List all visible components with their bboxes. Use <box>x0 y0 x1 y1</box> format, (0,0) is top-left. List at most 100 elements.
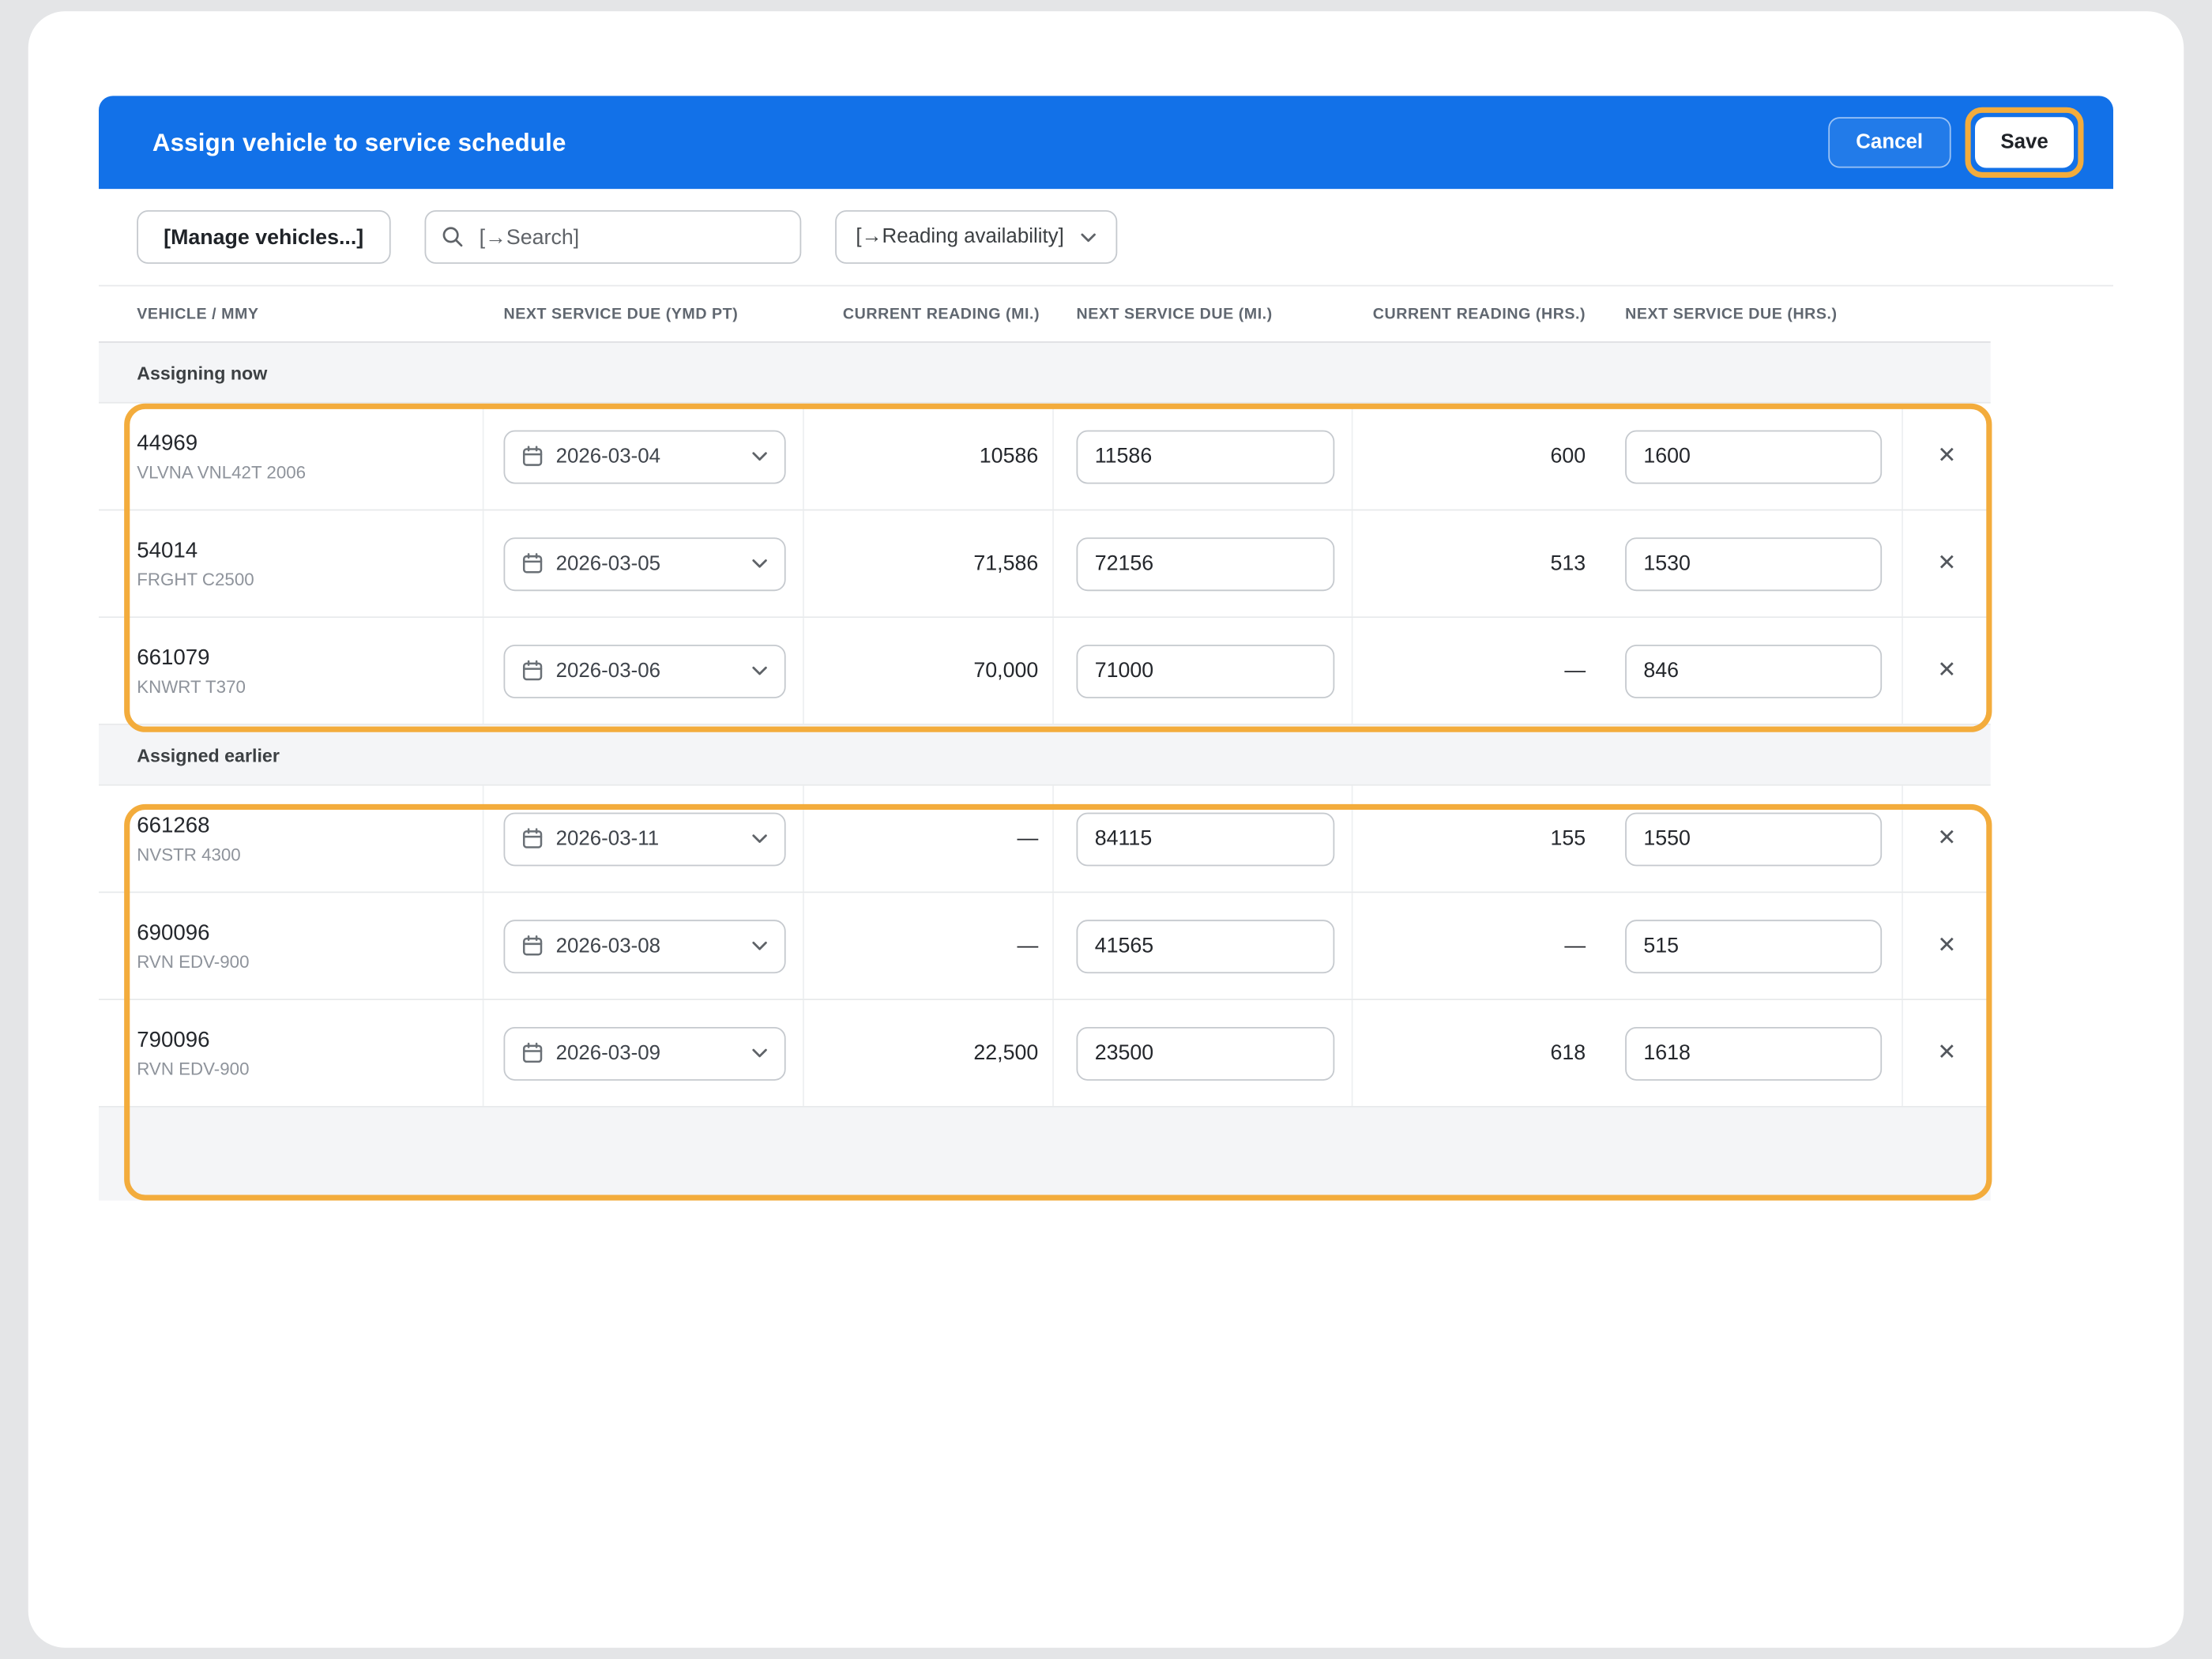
due-hrs-input[interactable] <box>1625 919 1882 972</box>
date-dropdown[interactable]: 2026-03-06 <box>504 644 786 698</box>
due-mi-cell <box>1054 510 1353 616</box>
calendar-icon <box>522 553 544 574</box>
remove-cell: ✕ <box>1903 404 1991 510</box>
search-input[interactable] <box>424 210 801 264</box>
due-hrs-cell <box>1601 893 1903 999</box>
due-mi-cell <box>1054 893 1353 999</box>
vehicle-mmy: KNWRT T370 <box>137 676 246 696</box>
date-value: 2026-03-04 <box>556 445 739 468</box>
remove-row-button[interactable]: ✕ <box>1929 819 1965 859</box>
due-mi-input[interactable] <box>1077 644 1335 698</box>
current-reading-mi: 71,586 <box>804 510 1054 616</box>
remove-row-button[interactable]: ✕ <box>1929 1033 1965 1073</box>
calendar-icon <box>522 1043 544 1064</box>
date-dropdown[interactable]: 2026-03-04 <box>504 430 786 483</box>
chevron-down-icon <box>752 666 768 676</box>
table-row: 661079 KNWRT T370 2026-03-06 70,000 — ✕ <box>99 618 1991 725</box>
due-mi-input[interactable] <box>1077 812 1335 866</box>
col-header-next-service-date: NEXT SERVICE DUE (YMD PT) <box>484 306 804 322</box>
col-header-next-service-hrs: NEXT SERVICE DUE (HRS.) <box>1601 306 1903 322</box>
due-hrs-input[interactable] <box>1625 536 1882 590</box>
vehicle-cell: 790096 RVN EDV-900 <box>99 1000 484 1106</box>
due-mi-input[interactable] <box>1077 430 1335 483</box>
col-header-next-service-mi: NEXT SERVICE DUE (MI.) <box>1054 306 1353 322</box>
date-dropdown[interactable]: 2026-03-08 <box>504 919 786 972</box>
vehicle-mmy: VLVNA VNL42T 2006 <box>137 462 306 482</box>
chevron-down-icon <box>1081 232 1097 243</box>
col-header-vehicle: VEHICLE / MMY <box>99 306 484 322</box>
table-row: 690096 RVN EDV-900 2026-03-08 — — ✕ <box>99 893 1991 1000</box>
section-label: Assigned earlier <box>137 744 280 766</box>
date-value: 2026-03-11 <box>556 827 739 850</box>
due-mi-input[interactable] <box>1077 1026 1335 1080</box>
vehicle-number: 690096 <box>137 920 209 946</box>
remove-cell: ✕ <box>1903 893 1991 999</box>
section-band: Assigned earlier <box>99 725 1991 786</box>
remove-cell: ✕ <box>1903 618 1991 724</box>
vehicle-number: 790096 <box>137 1028 209 1053</box>
current-reading-mi: — <box>804 786 1054 892</box>
calendar-icon <box>522 660 544 682</box>
chevron-down-icon <box>752 1048 768 1059</box>
vehicle-cell: 661268 NVSTR 4300 <box>99 786 484 892</box>
remove-row-button[interactable]: ✕ <box>1929 437 1965 476</box>
remove-cell: ✕ <box>1903 510 1991 616</box>
date-value: 2026-03-05 <box>556 552 739 575</box>
date-dropdown[interactable]: 2026-03-05 <box>504 536 786 590</box>
reading-availability-dropdown[interactable]: [→Reading availability] <box>835 210 1118 264</box>
modal-title: Assign vehicle to service schedule <box>152 128 1828 158</box>
save-button[interactable]: Save <box>1975 117 2074 167</box>
remove-row-button[interactable]: ✕ <box>1929 926 1965 965</box>
date-cell: 2026-03-04 <box>484 404 804 510</box>
due-hrs-input[interactable] <box>1625 644 1882 698</box>
section-band: Assigning now <box>99 343 1991 404</box>
table-row: 44969 VLVNA VNL42T 2006 2026-03-04 10586… <box>99 404 1991 511</box>
due-mi-input[interactable] <box>1077 919 1335 972</box>
manage-vehicles-button[interactable]: [Manage vehicles...] <box>137 210 390 264</box>
vehicle-cell: 44969 VLVNA VNL42T 2006 <box>99 404 484 510</box>
assign-vehicle-modal: Assign vehicle to service schedule Cance… <box>99 96 2113 1560</box>
current-reading-hrs: 600 <box>1353 404 1601 510</box>
date-cell: 2026-03-08 <box>484 893 804 999</box>
remove-cell: ✕ <box>1903 1000 1991 1106</box>
current-reading-hrs: 513 <box>1353 510 1601 616</box>
vehicle-cell: 690096 RVN EDV-900 <box>99 893 484 999</box>
col-header-current-reading-hrs: CURRENT READING (HRS.) <box>1353 306 1601 322</box>
current-reading-hrs: — <box>1353 618 1601 724</box>
search-box <box>424 210 801 264</box>
table-row: 790096 RVN EDV-900 2026-03-09 22,500 618… <box>99 1000 1991 1108</box>
screen: Assign vehicle to service schedule Cance… <box>0 0 2212 1659</box>
section-label: Assigning now <box>137 362 267 383</box>
current-reading-mi: 70,000 <box>804 618 1054 724</box>
vehicle-cell: 54014 FRGHT C2500 <box>99 510 484 616</box>
remove-row-button[interactable]: ✕ <box>1929 544 1965 583</box>
table-footer-filler <box>99 1108 1991 1201</box>
date-dropdown[interactable]: 2026-03-09 <box>504 1026 786 1080</box>
col-header-current-reading-mi: CURRENT READING (MI.) <box>804 306 1054 322</box>
calendar-icon <box>522 446 544 467</box>
date-cell: 2026-03-05 <box>484 510 804 616</box>
vehicle-mmy: FRGHT C2500 <box>137 570 254 589</box>
due-hrs-input[interactable] <box>1625 812 1882 866</box>
remove-row-button[interactable]: ✕ <box>1929 651 1965 690</box>
vehicle-number: 44969 <box>137 431 198 457</box>
due-mi-cell <box>1054 786 1353 892</box>
vehicle-number: 54014 <box>137 538 198 563</box>
due-hrs-input[interactable] <box>1625 430 1882 483</box>
due-mi-input[interactable] <box>1077 536 1335 590</box>
due-hrs-input[interactable] <box>1625 1026 1882 1080</box>
table-body: Assigning now 44969 VLVNA VNL42T 2006 20… <box>99 343 1991 1201</box>
vehicle-mmy: NVSTR 4300 <box>137 845 241 864</box>
date-value: 2026-03-09 <box>556 1042 739 1065</box>
due-hrs-cell <box>1601 1000 1903 1106</box>
chevron-down-icon <box>752 559 768 569</box>
toolbar: [Manage vehicles...] [→Reading availabil… <box>99 189 2113 284</box>
date-dropdown[interactable]: 2026-03-11 <box>504 812 786 866</box>
due-hrs-cell <box>1601 786 1903 892</box>
app-window: Assign vehicle to service schedule Cance… <box>28 11 2184 1647</box>
table-row: 661268 NVSTR 4300 2026-03-11 — 155 ✕ <box>99 786 1991 893</box>
date-value: 2026-03-08 <box>556 935 739 957</box>
current-reading-mi: — <box>804 893 1054 999</box>
vehicle-mmy: RVN EDV-900 <box>137 951 249 971</box>
cancel-button[interactable]: Cancel <box>1828 117 1951 167</box>
